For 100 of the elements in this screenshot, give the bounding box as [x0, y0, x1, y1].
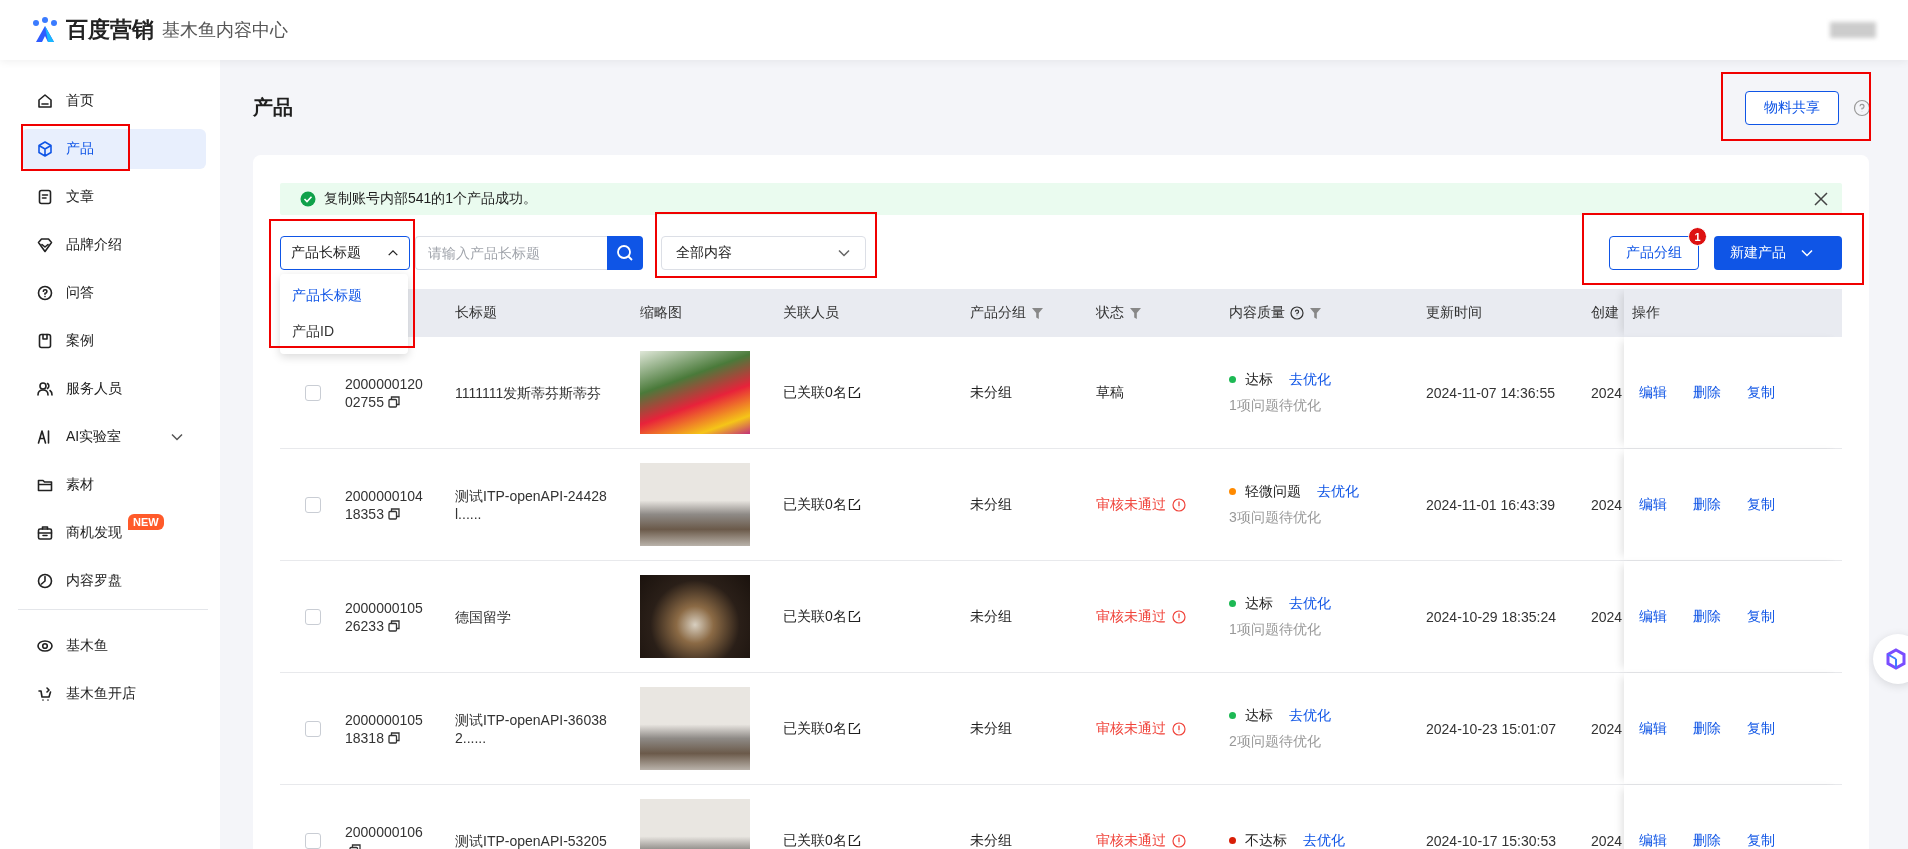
new-badge: NEW: [128, 514, 164, 530]
sidebar-item[interactable]: 首页: [21, 81, 206, 121]
group-text: 未分组: [970, 607, 1012, 626]
column-header: 关联人员: [783, 304, 839, 322]
filter-icon[interactable]: [1032, 307, 1043, 319]
action-link[interactable]: 复制: [1747, 831, 1775, 849]
quality-label: 轻微问题: [1245, 482, 1301, 501]
quality-note: 1项问题待优化: [1229, 396, 1322, 415]
optimize-link[interactable]: 去优化: [1289, 594, 1331, 613]
field-select[interactable]: 产品长标题: [280, 236, 410, 270]
edit-icon[interactable]: [847, 722, 861, 735]
sidebar-item[interactable]: 案例: [21, 321, 206, 361]
nav-icon: [36, 380, 54, 398]
action-link[interactable]: 编辑: [1639, 383, 1667, 402]
search-field[interactable]: 请输入产品长标题: [415, 236, 607, 270]
updated-time: 2024-10-29 18:35:24: [1426, 608, 1556, 625]
group-text: 未分组: [970, 719, 1012, 738]
filter-icon[interactable]: [1130, 307, 1141, 319]
sidebar-item[interactable]: 基木鱼: [21, 626, 206, 666]
filter-icon[interactable]: [1310, 307, 1321, 319]
sidebar-item[interactable]: 品牌介绍: [21, 225, 206, 265]
content-filter-select[interactable]: 全部内容: [661, 236, 866, 270]
optimize-link[interactable]: 去优化: [1303, 831, 1345, 849]
logo-icon: [30, 15, 60, 45]
linked-members: 已关联0名: [783, 495, 847, 514]
optimize-link[interactable]: 去优化: [1289, 706, 1331, 725]
product-title: 测试ITP-openAPI-24428 l......: [455, 486, 608, 523]
edit-icon[interactable]: [847, 498, 861, 511]
nav-icon: [36, 524, 54, 542]
edit-icon[interactable]: [847, 610, 861, 623]
copy-icon[interactable]: [387, 731, 400, 744]
sidebar-item[interactable]: 问答: [21, 273, 206, 313]
created-time: 2024: [1591, 832, 1623, 849]
product-id: 200000012002755: [345, 374, 424, 411]
action-link[interactable]: 复制: [1747, 383, 1775, 402]
action-link[interactable]: 删除: [1693, 495, 1721, 514]
edit-icon[interactable]: [847, 834, 861, 847]
action-link[interactable]: 删除: [1693, 719, 1721, 738]
action-link[interactable]: 复制: [1747, 495, 1775, 514]
action-link[interactable]: 编辑: [1639, 719, 1667, 738]
action-link[interactable]: 编辑: [1639, 495, 1667, 514]
search-button[interactable]: [607, 236, 643, 270]
action-link[interactable]: 删除: [1693, 607, 1721, 626]
sidebar-item[interactable]: 素材: [21, 465, 206, 505]
row-checkbox[interactable]: [305, 384, 321, 401]
product-title: 测试ITP-openAPI-53205: [455, 831, 608, 849]
hexagon-icon: [1885, 648, 1907, 670]
created-time: 2024: [1591, 384, 1623, 401]
column-header: 更新时间: [1426, 304, 1482, 322]
status-text: 审核未通过: [1096, 831, 1186, 849]
linked-members: 已关联0名: [783, 719, 847, 738]
created-time: 2024: [1591, 496, 1623, 513]
row-checkbox[interactable]: [305, 832, 321, 849]
sidebar-item[interactable]: 内容罗盘: [21, 561, 206, 601]
assistant-widget[interactable]: [1873, 634, 1908, 684]
sidebar-item[interactable]: 产品: [21, 129, 206, 169]
optimize-link[interactable]: 去优化: [1317, 482, 1359, 501]
sidebar-item[interactable]: 基木鱼开店: [21, 674, 206, 714]
created-time: 2024: [1591, 608, 1623, 625]
quality-label: 不达标: [1245, 831, 1287, 849]
updated-time: 2024-11-07 14:36:55: [1426, 384, 1555, 401]
close-icon[interactable]: [1814, 192, 1828, 206]
share-button[interactable]: 物料共享: [1745, 90, 1839, 125]
help-icon[interactable]: [1290, 306, 1304, 320]
column-header: 状态: [1096, 304, 1124, 322]
status-text: 审核未通过: [1096, 607, 1186, 626]
product-id: 200000010418353: [345, 486, 424, 523]
create-button[interactable]: 新建产品: [1714, 236, 1842, 270]
copy-icon[interactable]: [387, 507, 400, 520]
copy-icon[interactable]: [387, 619, 400, 632]
action-link[interactable]: 编辑: [1639, 831, 1667, 849]
action-link[interactable]: 删除: [1693, 383, 1721, 402]
sidebar-item[interactable]: 文章: [21, 177, 206, 217]
quality-label: 达标: [1245, 706, 1273, 725]
edit-icon[interactable]: [847, 386, 861, 399]
sidebar-item[interactable]: 商机发现 NEW: [21, 513, 206, 553]
status-text: 草稿: [1096, 383, 1124, 402]
nav-icon: [36, 332, 54, 350]
updated-time: 2024-10-17 15:30:53: [1426, 832, 1556, 849]
menu-option[interactable]: 产品长标题: [280, 278, 408, 314]
optimize-link[interactable]: 去优化: [1289, 370, 1331, 389]
check-icon: [300, 191, 316, 207]
action-link[interactable]: 编辑: [1639, 607, 1667, 626]
column-header: 产品分组: [970, 304, 1026, 322]
nav-icon: [36, 188, 54, 206]
column-header: 长标题: [455, 304, 497, 322]
sidebar-item[interactable]: AI实验室: [21, 417, 206, 457]
nav-icon: [36, 685, 54, 703]
action-link[interactable]: 删除: [1693, 831, 1721, 849]
action-link[interactable]: 复制: [1747, 719, 1775, 738]
info-icon: [1172, 609, 1186, 624]
product-title: 德国留学: [455, 607, 512, 626]
row-checkbox[interactable]: [305, 608, 321, 625]
row-checkbox[interactable]: [305, 720, 321, 737]
row-checkbox[interactable]: [305, 496, 321, 513]
sidebar-item[interactable]: 服务人员: [21, 369, 206, 409]
menu-option[interactable]: 产品ID: [280, 314, 408, 350]
copy-icon[interactable]: [387, 395, 400, 408]
logo-text: 百度营销: [66, 16, 154, 44]
action-link[interactable]: 复制: [1747, 607, 1775, 626]
